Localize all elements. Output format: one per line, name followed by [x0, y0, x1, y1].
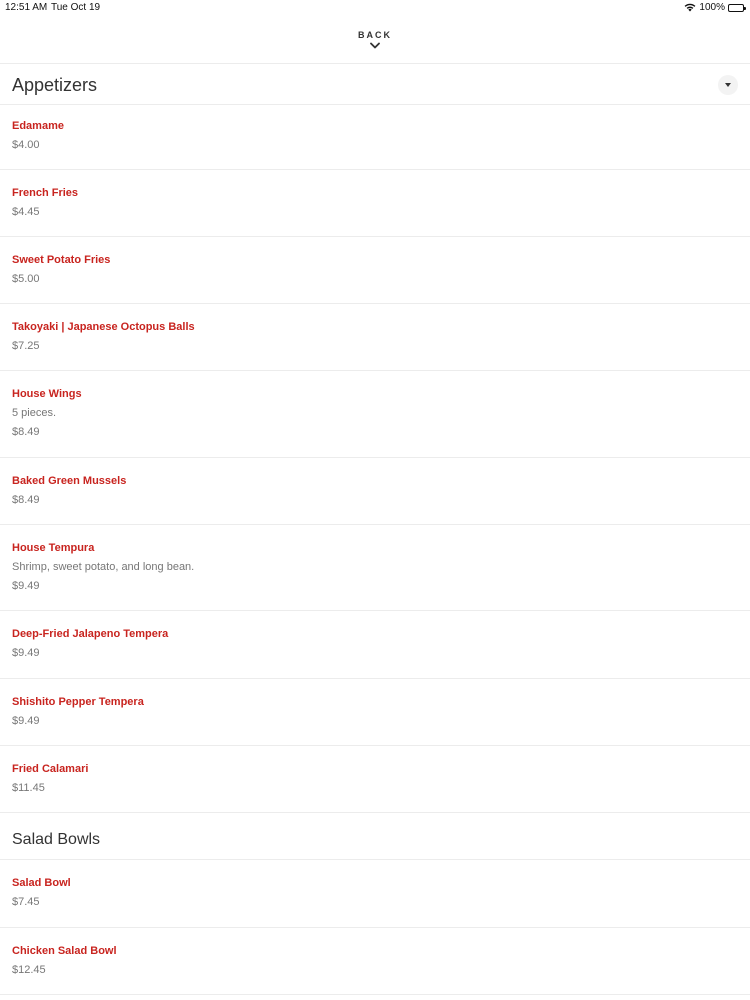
section-header-appetizers: Appetizers: [0, 64, 750, 105]
menu-item[interactable]: Salad Bowl $7.45: [0, 860, 750, 928]
status-bar: 12:51 AM Tue Oct 19 100%: [0, 0, 750, 16]
item-name: House Tempura: [12, 542, 95, 554]
item-price: $9.49: [12, 647, 40, 659]
item-name: Salad Bowl: [12, 877, 71, 889]
status-date: Tue Oct 19: [51, 2, 101, 13]
menu-item[interactable]: Baked Green Mussels $8.49: [0, 458, 750, 525]
item-name: Baked Green Mussels: [12, 475, 127, 487]
item-price: $7.25: [12, 340, 40, 352]
item-price: $4.45: [12, 206, 40, 218]
item-name: Shishito Pepper Tempera: [12, 696, 144, 708]
item-description: Shrimp, sweet potato, and long bean.: [12, 561, 195, 573]
item-name: Edamame: [12, 120, 64, 132]
menu-item[interactable]: Deep-Fried Jalapeno Tempera $9.49: [0, 611, 750, 679]
item-price: $5.00: [12, 273, 40, 285]
menu-item[interactable]: Sweet Potato Fries $5.00: [0, 237, 750, 304]
menu-item[interactable]: House Tempura Shrimp, sweet potato, and …: [0, 525, 750, 611]
section-title: Salad Bowls: [12, 831, 101, 848]
section-header-salad-bowls: Salad Bowls: [0, 813, 750, 860]
item-price: $8.49: [12, 426, 40, 438]
item-name: Takoyaki | Japanese Octopus Balls: [12, 321, 195, 333]
section-dropdown-button[interactable]: [718, 75, 738, 95]
menu-item[interactable]: French Fries $4.45: [0, 170, 750, 237]
item-price: $4.00: [12, 139, 40, 151]
item-description: 5 pieces.: [12, 407, 57, 419]
item-name: House Wings: [12, 388, 82, 400]
menu-item[interactable]: Edamame $4.00: [0, 105, 750, 170]
item-name: Chicken Salad Bowl: [12, 945, 117, 957]
caret-down-icon: [725, 83, 731, 87]
item-price: $11.45: [12, 782, 45, 794]
battery-percent: 100%: [699, 2, 725, 13]
menu-item[interactable]: Takoyaki | Japanese Octopus Balls $7.25: [0, 304, 750, 371]
item-price: $7.45: [12, 896, 40, 908]
item-price: $9.49: [12, 580, 40, 592]
item-name: French Fries: [12, 187, 79, 199]
item-name: Fried Calamari: [12, 763, 89, 775]
item-name: Deep-Fried Jalapeno Tempera: [12, 628, 169, 640]
item-price: $8.49: [12, 494, 40, 506]
back-label: BACK: [358, 30, 392, 40]
status-indicators: 100%: [684, 2, 746, 13]
menu-item[interactable]: House Wings 5 pieces. $8.49: [0, 371, 750, 458]
status-time: 12:51 AM: [5, 2, 48, 13]
item-price: $12.45: [12, 964, 46, 976]
menu-item[interactable]: Fried Calamari $11.45: [0, 746, 750, 813]
menu-item[interactable]: Chicken Salad Bowl $12.45: [0, 928, 750, 995]
menu-item[interactable]: Shishito Pepper Tempera $9.49: [0, 679, 750, 746]
back-button[interactable]: BACK: [0, 26, 750, 64]
item-price: $9.49: [12, 715, 40, 727]
chevron-down-icon: [370, 42, 380, 49]
battery-icon: [728, 3, 746, 12]
section-title: Appetizers: [12, 75, 98, 95]
wifi-icon: [685, 3, 696, 12]
item-name: Sweet Potato Fries: [12, 254, 111, 266]
